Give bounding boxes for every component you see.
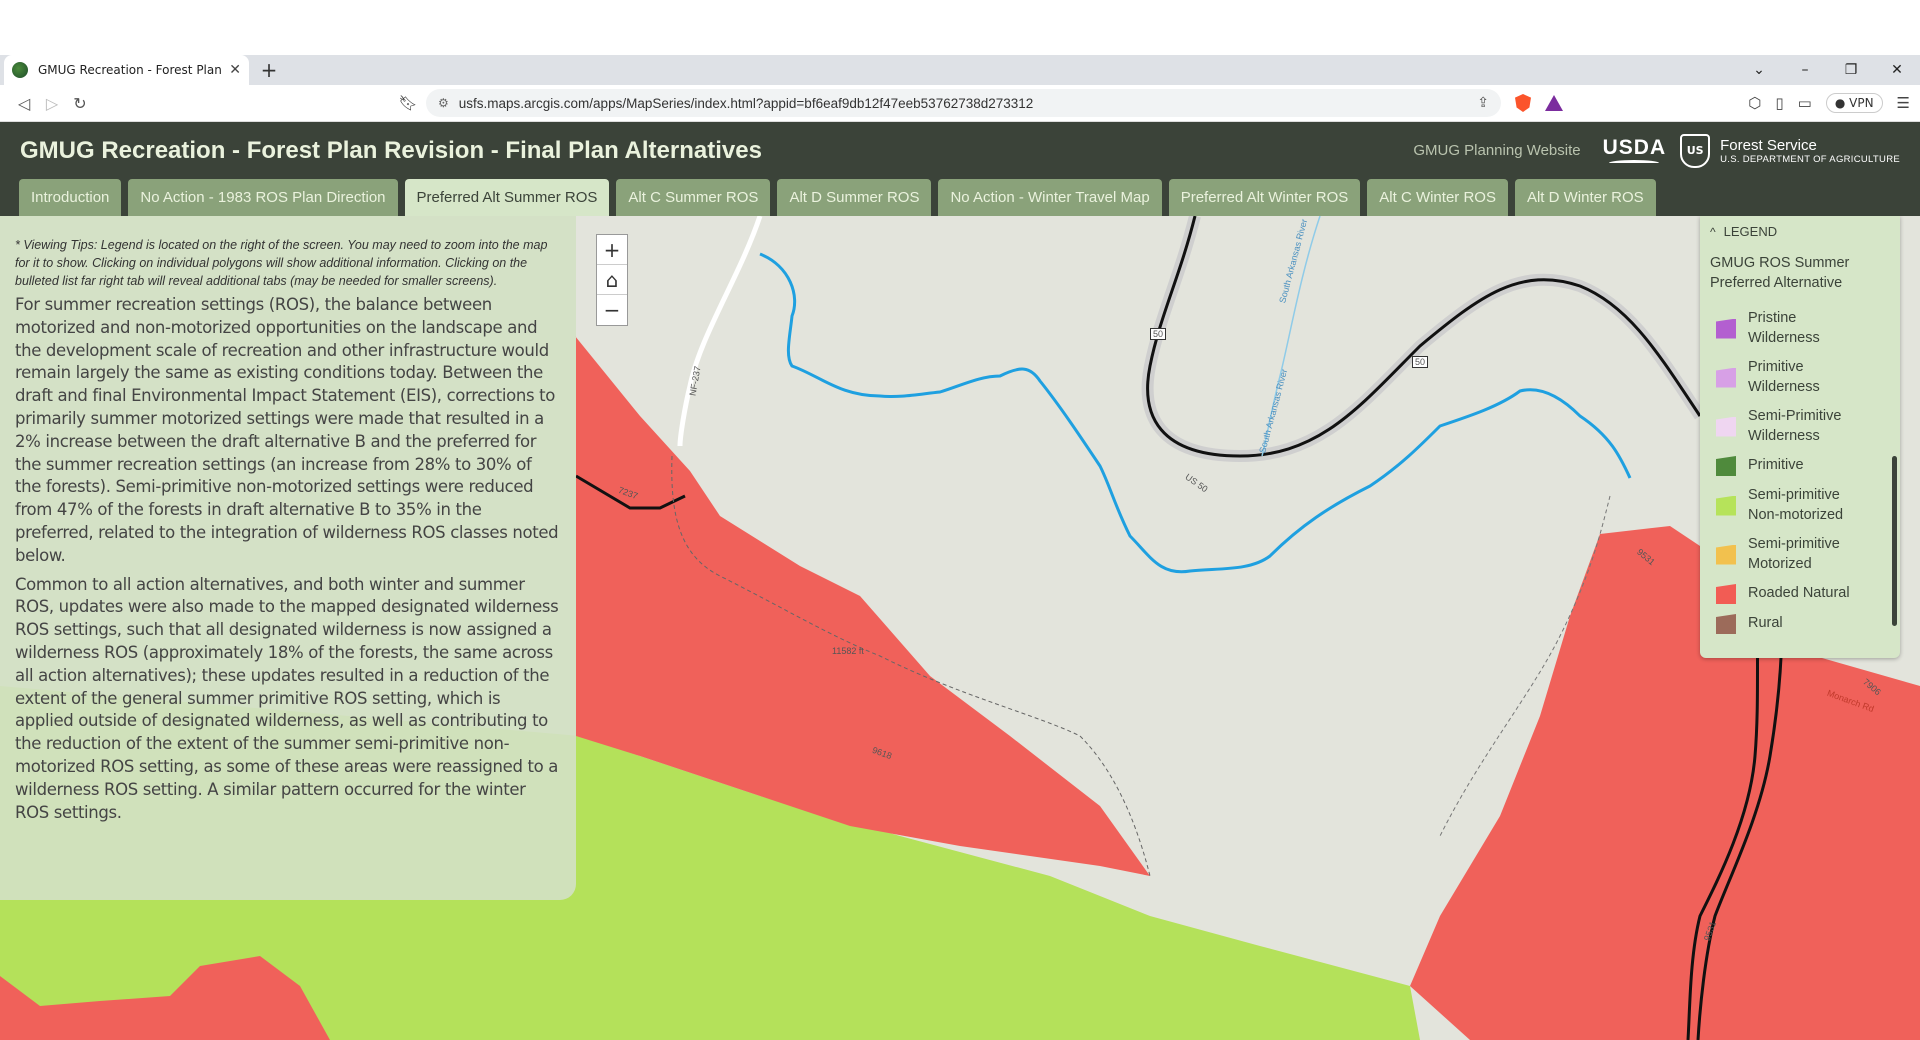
legend-items: Pristine Wilderness Primitive Wilderness S… [1710, 309, 1890, 634]
top-whitespace [0, 0, 1920, 55]
address-bar[interactable]: ⚙︎ usfs.maps.arcgis.com/apps/MapSeries/i… [426, 89, 1501, 117]
tab-alt-d-winter[interactable]: Alt D Winter ROS [1514, 179, 1656, 216]
tab-alt-c-summer[interactable]: Alt C Summer ROS [616, 179, 771, 216]
url-text[interactable]: usfs.maps.arcgis.com/apps/MapSeries/inde… [459, 96, 1468, 111]
legend-layer-title: GMUG ROS Summer Preferred Alternative [1710, 255, 1850, 291]
legend-item-label: Semi-primitive Motorized [1748, 536, 1840, 572]
menu-icon[interactable]: ☰ [1897, 94, 1910, 112]
minimize-icon[interactable]: – [1782, 55, 1828, 85]
panel-paragraph-2: Common to all action alternatives, and b… [15, 574, 559, 822]
browser-tab[interactable]: GMUG Recreation - Forest Plan R ✕ [4, 55, 249, 85]
zoom-out-button[interactable]: − [597, 295, 627, 325]
zoom-control: + ⌂ − [596, 234, 628, 326]
globe-favicon-icon [12, 62, 28, 78]
app-title: GMUG Recreation - Forest Plan Revision -… [20, 136, 762, 164]
site-info-icon[interactable]: ⚙︎ [438, 96, 449, 110]
tab-preferred-alt-summer[interactable]: Preferred Alt Summer ROS [404, 179, 610, 216]
brave-shield-icon[interactable] [1515, 94, 1531, 112]
forward-arrow-icon[interactable]: ▷ [38, 89, 66, 117]
legend-item-label: Primitive [1748, 457, 1804, 474]
tab-no-action-winter[interactable]: No Action - Winter Travel Map [938, 179, 1162, 216]
browser-tab-title: GMUG Recreation - Forest Plan R [38, 63, 224, 77]
legend-item: Primitive Wilderness [1710, 358, 1890, 397]
legend-swatch [1716, 544, 1736, 565]
legend-item: Primitive [1710, 456, 1890, 476]
legend-scrollbar[interactable] [1892, 456, 1897, 626]
usda-text: USDA [1602, 135, 1667, 159]
map-label-us50-shield-2: 50 [1412, 356, 1429, 368]
chevron-up-icon: ^ [1710, 224, 1716, 239]
legend-item: Semi-primitive Motorized [1710, 535, 1890, 574]
extensions-icon[interactable]: ⬡ [1748, 94, 1761, 112]
tab-alt-d-summer[interactable]: Alt D Summer ROS [777, 179, 932, 216]
header-right: GMUG Planning Website USDA US Forest Ser… [1413, 122, 1900, 179]
reload-icon[interactable]: ↻ [66, 89, 94, 117]
legend-title: LEGEND [1723, 224, 1778, 239]
vpn-label: VPN [1849, 96, 1874, 110]
zoom-in-button[interactable]: + [597, 235, 627, 265]
legend-item: Rural [1710, 614, 1890, 634]
tab-preferred-alt-winter[interactable]: Preferred Alt Winter ROS [1168, 179, 1361, 216]
wallet-icon[interactable]: ▭ [1798, 94, 1812, 112]
legend-panel: ^ LEGEND GMUG ROS Summer Preferred Alter… [1700, 216, 1900, 658]
legend-item: Roaded Natural [1710, 584, 1890, 604]
legend-swatch [1716, 318, 1736, 339]
share-icon[interactable]: ⇪ [1477, 95, 1489, 111]
legend-item-label: Pristine Wilderness [1748, 310, 1820, 346]
back-arrow-icon[interactable]: ◁ [10, 89, 38, 117]
window-close-icon[interactable]: ✕ [1874, 55, 1920, 85]
new-tab-button[interactable]: + [255, 56, 283, 84]
bookmark-icon[interactable]: 🔖︎ [394, 89, 422, 117]
legend-swatch [1716, 584, 1736, 604]
legend-swatch [1716, 495, 1736, 516]
usda-logo[interactable]: USDA [1603, 136, 1667, 166]
map-label-elevation: 11582 ft [832, 646, 864, 656]
forest-service-shield-icon: US [1680, 133, 1711, 168]
legend-item-label: Roaded Natural [1748, 585, 1850, 602]
forest-service-name: Forest Service [1720, 136, 1817, 154]
map-view[interactable]: NF-237 7237 11582 ft 9618 50 US 50 50 So… [0, 216, 1920, 1040]
legend-item: Semi-primitive Non-motorized [1710, 486, 1890, 525]
series-tabs: Introduction No Action - 1983 ROS Plan D… [0, 179, 1920, 216]
forest-service-text: Forest Service U.S. DEPARTMENT OF AGRICU… [1720, 137, 1900, 165]
legend-item-label: Semi-Primitive Wilderness [1748, 408, 1842, 444]
window-controls: ⌄ – ❐ ✕ [1736, 55, 1920, 85]
viewing-tips: * Viewing Tips: Legend is located on the… [15, 238, 548, 288]
sidebar-icon[interactable]: ▯ [1775, 94, 1783, 112]
map-label-us50-shield: 50 [1150, 328, 1167, 340]
brave-rewards-icon[interactable] [1545, 95, 1563, 111]
toolbar-right: ⬡ ▯ ▭ ● VPN ☰ [1748, 93, 1910, 113]
legend-item-label: Primitive Wilderness [1748, 359, 1820, 395]
restore-icon[interactable]: ❐ [1828, 55, 1874, 85]
home-icon[interactable]: ⌂ [597, 265, 627, 295]
forest-service-sub: U.S. DEPARTMENT OF AGRICULTURE [1720, 153, 1900, 165]
planning-website-link[interactable]: GMUG Planning Website [1413, 142, 1580, 159]
legend-item-label: Semi-primitive Non-motorized [1748, 487, 1844, 523]
vpn-button[interactable]: ● VPN [1825, 93, 1883, 113]
tab-alt-c-winter[interactable]: Alt C Winter ROS [1367, 179, 1508, 216]
tab-search-icon[interactable]: ⌄ [1736, 55, 1782, 85]
legend-header[interactable]: ^ LEGEND [1710, 224, 1890, 239]
browser-tabstrip: GMUG Recreation - Forest Plan R ✕ + ⌄ – … [0, 55, 1920, 85]
legend-item-label: Rural [1748, 615, 1783, 632]
panel-paragraph-1: For summer recreation settings (ROS), th… [15, 295, 559, 565]
legend-swatch [1716, 614, 1736, 634]
legend-item: Semi-Primitive Wilderness [1710, 407, 1890, 446]
legend-swatch [1716, 456, 1736, 476]
tab-introduction[interactable]: Introduction [19, 179, 122, 216]
tab-close-icon[interactable]: ✕ [229, 62, 241, 78]
legend-swatch [1716, 416, 1736, 437]
app-header: GMUG Recreation - Forest Plan Revision -… [0, 122, 1920, 179]
browser-toolbar: ◁ ▷ ↻ 🔖︎ ⚙︎ usfs.maps.arcgis.com/apps/Ma… [0, 85, 1920, 122]
usda-swoosh-icon [1609, 159, 1660, 166]
legend-item: Pristine Wilderness [1710, 309, 1890, 348]
legend-swatch [1716, 367, 1736, 388]
tab-no-action-1983[interactable]: No Action - 1983 ROS Plan Direction [128, 179, 398, 216]
description-panel: * Viewing Tips: Legend is located on the… [0, 216, 576, 900]
